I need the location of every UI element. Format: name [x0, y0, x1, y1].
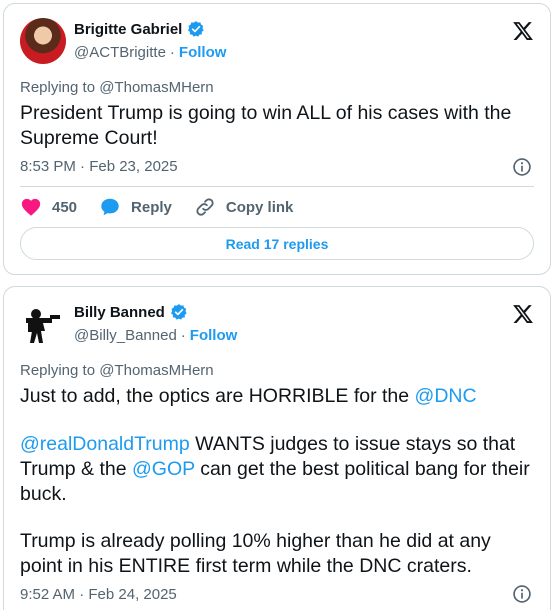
reply-bubble-icon — [101, 198, 119, 216]
info-icon[interactable] — [512, 584, 532, 604]
reply-button[interactable]: Reply — [99, 196, 172, 218]
author-handle[interactable]: @ACTBrigitte — [74, 44, 166, 61]
tweet-card: Brigitte Gabriel @ACTBrigitte · Follow R… — [3, 3, 551, 275]
mention-link[interactable]: @GOP — [132, 458, 195, 480]
x-logo-icon[interactable] — [512, 20, 534, 42]
tweet-text: @realDonaldTrump WANTS judges to issue s… — [20, 432, 534, 507]
read-replies-button[interactable]: Read 17 replies — [20, 227, 534, 260]
handle-row: @Billy_Banned · Follow — [74, 327, 237, 344]
like-count: 450 — [52, 198, 78, 216]
mention-link[interactable]: @DNC — [415, 385, 477, 407]
link-icon — [196, 198, 214, 216]
like-button[interactable]: 450 — [20, 196, 77, 218]
timestamp[interactable]: 9:52 AM · Feb 24, 2025 — [20, 586, 177, 603]
separator-dot: · — [180, 327, 186, 344]
replying-to[interactable]: Replying to @ThomasMHern — [20, 79, 214, 96]
timestamp[interactable]: 8:53 PM · Feb 23, 2025 — [20, 158, 178, 175]
separator-dot: · — [169, 44, 175, 61]
heart-icon — [21, 198, 41, 216]
tweet-card: Billy Banned @Billy_Banned · Follow Repl… — [3, 286, 551, 610]
avatar[interactable] — [20, 301, 66, 347]
verified-badge-icon — [188, 21, 205, 37]
tweet-text-segment: Just to add, the optics are HORRIBLE for… — [20, 385, 415, 407]
mention-link[interactable]: @realDonaldTrump — [20, 433, 190, 455]
verified-badge-icon — [170, 304, 187, 320]
author-row: Billy Banned — [74, 303, 188, 321]
author-handle[interactable]: @Billy_Banned — [74, 327, 177, 344]
follow-button[interactable]: Follow — [190, 327, 238, 344]
follow-button[interactable]: Follow — [179, 44, 227, 61]
avatar[interactable] — [20, 18, 66, 64]
action-bar: 450 Reply Copy link — [20, 196, 315, 218]
author-name[interactable]: Brigitte Gabriel — [74, 21, 182, 38]
author-name[interactable]: Billy Banned — [74, 304, 165, 321]
reply-label: Reply — [131, 198, 172, 216]
copy-link-label: Copy link — [225, 198, 294, 216]
info-icon[interactable] — [512, 157, 532, 177]
divider — [20, 186, 534, 187]
replying-to[interactable]: Replying to @ThomasMHern — [20, 362, 214, 379]
copy-link-button[interactable]: Copy link — [194, 196, 294, 218]
author-row: Brigitte Gabriel — [74, 20, 205, 38]
handle-row: @ACTBrigitte · Follow — [74, 44, 226, 61]
x-logo-icon[interactable] — [512, 303, 534, 325]
tweet-text: Trump is already polling 10% higher than… — [20, 530, 491, 577]
tweet-text: Just to add, the optics are HORRIBLE for… — [20, 384, 534, 409]
tweet-text: President Trump is going to win ALL of h… — [20, 102, 512, 149]
avatar-silhouette-icon — [26, 309, 60, 343]
